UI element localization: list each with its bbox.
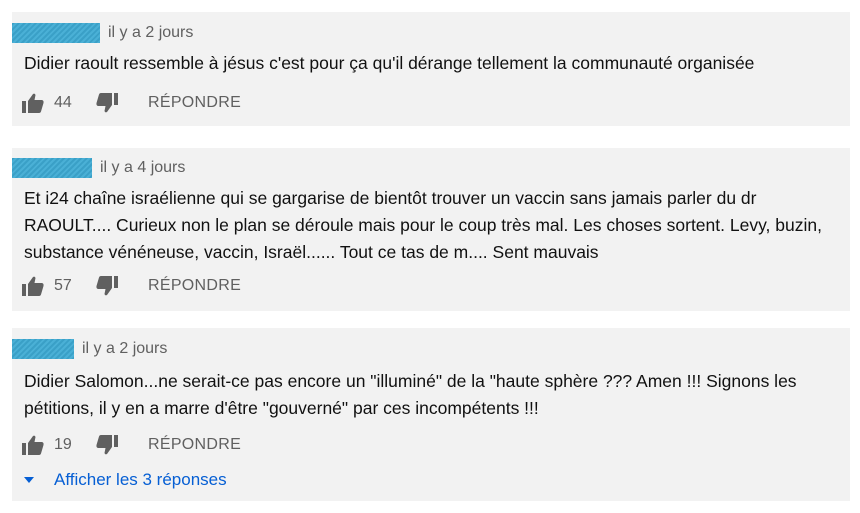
comment-header: il y a 2 jours: [12, 335, 167, 363]
like-count: 19: [54, 436, 72, 453]
author-name-redacted[interactable]: [12, 339, 74, 359]
reply-button[interactable]: RÉPONDRE: [148, 94, 241, 112]
thumb-up-icon[interactable]: [22, 276, 44, 296]
thumb-down-icon[interactable]: [96, 435, 118, 455]
comment-header: il y a 4 jours: [12, 154, 185, 182]
thumb-down-icon[interactable]: [96, 93, 118, 113]
reply-button[interactable]: RÉPONDRE: [148, 277, 241, 295]
thumb-up-icon[interactable]: [22, 435, 44, 455]
thumb-up-icon[interactable]: [22, 93, 44, 113]
like-count: 57: [54, 277, 72, 294]
comment-text: Didier raoult ressemble à jésus c'est po…: [24, 53, 755, 73]
thumb-down-icon[interactable]: [96, 276, 118, 296]
like-count: 44: [54, 94, 72, 111]
comment-card: il y a 2 jours Didier Salomon...ne serai…: [12, 328, 850, 501]
comment-card: il y a 4 jours Et i24 chaîne israélienne…: [12, 148, 850, 311]
comment-header: il y a 2 jours: [12, 19, 193, 47]
comment-actions: 57 RÉPONDRE: [22, 271, 241, 301]
comment-timestamp[interactable]: il y a 2 jours: [82, 340, 167, 358]
comment-text: Didier Salomon...ne serait-ce pas encore…: [24, 371, 797, 418]
show-replies-label[interactable]: Afficher les 3 réponses: [54, 470, 227, 490]
comment-timestamp[interactable]: il y a 2 jours: [108, 24, 193, 42]
author-name-redacted[interactable]: [12, 158, 92, 178]
comment-card: il y a 2 jours Didier raoult ressemble à…: [12, 12, 850, 126]
caret-down-icon: [24, 477, 34, 483]
author-name-redacted[interactable]: [12, 23, 100, 43]
reply-button[interactable]: RÉPONDRE: [148, 436, 241, 454]
comment-actions: 19 RÉPONDRE: [22, 430, 241, 460]
show-replies-button[interactable]: Afficher les 3 réponses: [20, 470, 227, 490]
comment-actions: 44 RÉPONDRE: [22, 88, 241, 118]
comment-timestamp[interactable]: il y a 4 jours: [100, 159, 185, 177]
comment-text: Et i24 chaîne israélienne qui se gargari…: [24, 188, 822, 262]
